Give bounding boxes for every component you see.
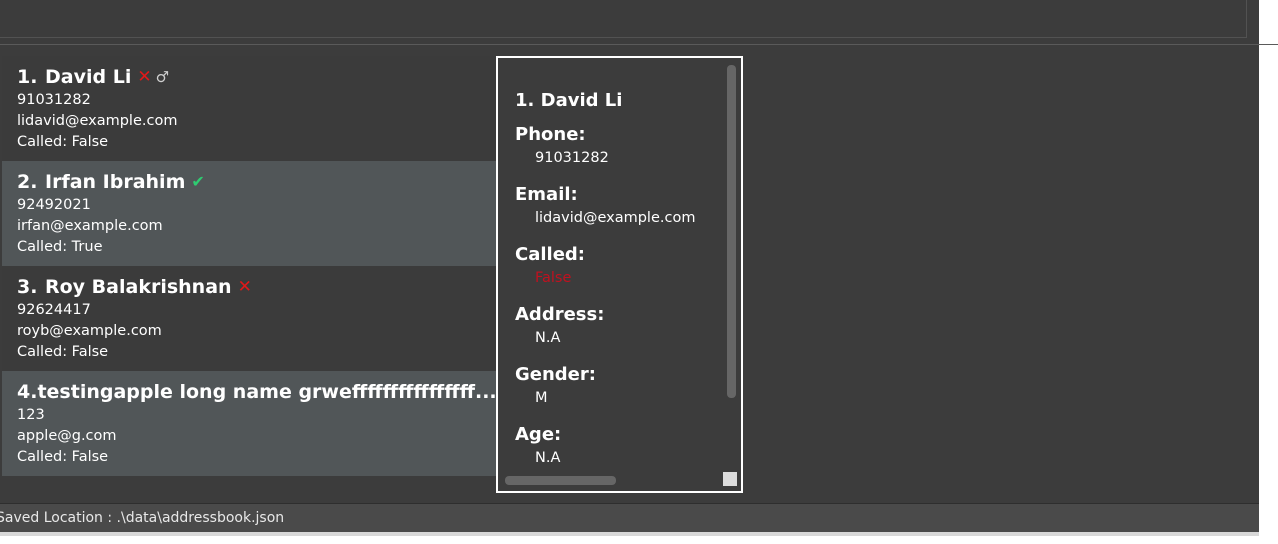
person-card[interactable]: 3. Roy Balakrishnan ✕ 92624417 royb@exam… — [2, 266, 496, 371]
person-email: irfan@example.com — [17, 218, 163, 234]
person-email: lidavid@example.com — [17, 113, 178, 129]
person-card-title: 2. Irfan Ibrahim ✔ — [17, 169, 496, 195]
detail-phone: 91031282 — [535, 150, 609, 166]
detail-email-label: Email: — [515, 184, 578, 205]
not-called-icon: ✕ — [137, 67, 152, 87]
person-detail-content: 1. David Li Phone: 91031282 Email: lidav… — [515, 88, 715, 482]
person-index: 4. — [17, 381, 38, 403]
detail-called-label: Called: — [515, 244, 585, 265]
person-phone: 92624417 — [17, 302, 91, 318]
person-phone: 91031282 — [17, 92, 91, 108]
save-location-text: Saved Location : .\data\addressbook.json — [0, 510, 285, 526]
male-icon: ♂ — [155, 68, 170, 86]
person-called: Called: False — [17, 449, 109, 465]
divider — [1259, 44, 1278, 45]
detail-gender: M — [535, 390, 548, 406]
person-index: 3. — [17, 276, 38, 298]
person-card[interactable]: 2. Irfan Ibrahim ✔ 92492021 irfan@exampl… — [2, 161, 496, 266]
detail-gender-label: Gender: — [515, 364, 596, 385]
divider — [0, 44, 1259, 45]
person-index: 1. — [17, 66, 38, 88]
detail-address: N.A — [535, 330, 561, 346]
person-card-title: 3. Roy Balakrishnan ✕ — [17, 274, 496, 300]
person-phone: 123 — [17, 407, 45, 423]
called-check-icon: ✔ — [191, 172, 205, 191]
detail-name: 1. David Li — [515, 90, 623, 111]
app-window: 1. David Li ✕ ♂ 91031282 lidavid@example… — [0, 0, 1259, 532]
horizontal-scrollbar[interactable] — [505, 476, 616, 485]
person-name: testingapple long name grwefffffffffffff… — [37, 381, 496, 403]
person-card[interactable]: 1. David Li ✕ ♂ 91031282 lidavid@example… — [2, 56, 496, 161]
detail-age: N.A — [535, 450, 561, 466]
person-detail-panel[interactable]: 1. David Li Phone: 91031282 Email: lidav… — [496, 56, 743, 493]
person-called: Called: False — [17, 344, 109, 360]
person-index: 2. — [17, 171, 38, 193]
person-called: Called: False — [17, 134, 109, 150]
window-edge — [0, 532, 1259, 536]
person-name: David Li — [45, 66, 132, 88]
command-input[interactable] — [0, 0, 1247, 38]
detail-address-label: Address: — [515, 304, 605, 325]
person-name: Roy Balakrishnan — [45, 276, 232, 298]
not-called-icon: ✕ — [237, 277, 252, 297]
person-card-title: 4. testingapple long name grweffffffffff… — [17, 379, 496, 405]
person-list[interactable]: 1. David Li ✕ ♂ 91031282 lidavid@example… — [2, 56, 496, 476]
person-card-title: 1. David Li ✕ ♂ — [17, 64, 496, 90]
detail-called: False — [535, 270, 572, 286]
person-phone: 92492021 — [17, 197, 91, 213]
person-called: Called: True — [17, 239, 103, 255]
person-email: royb@example.com — [17, 323, 162, 339]
scroll-corner — [723, 472, 737, 486]
detail-phone-label: Phone: — [515, 124, 586, 145]
person-name: Irfan Ibrahim — [45, 171, 186, 193]
person-email: apple@g.com — [17, 428, 117, 444]
vertical-scrollbar[interactable] — [727, 65, 736, 398]
person-card[interactable]: 4. testingapple long name grweffffffffff… — [2, 371, 496, 476]
detail-email: lidavid@example.com — [535, 210, 696, 226]
status-bar: Saved Location : .\data\addressbook.json — [0, 503, 1259, 532]
detail-age-label: Age: — [515, 424, 562, 445]
